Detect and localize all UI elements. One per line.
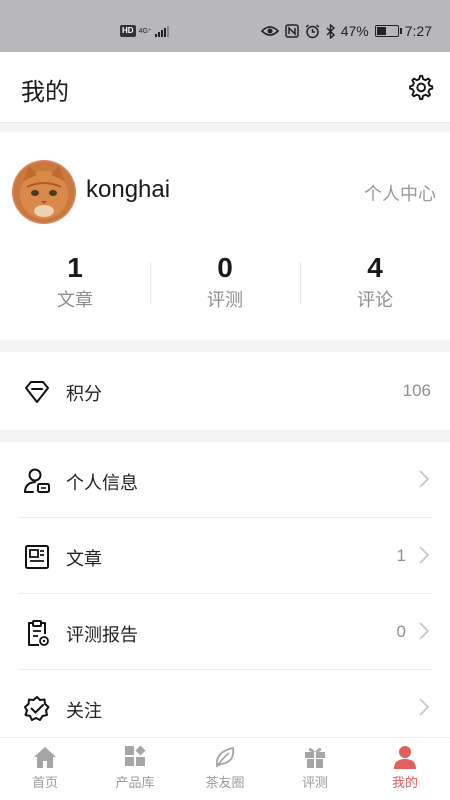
chevron-right-icon — [419, 470, 430, 488]
network-type: 4G⁺ — [138, 27, 152, 35]
leaf-icon — [215, 746, 235, 768]
stat-label: 评测 — [207, 290, 243, 311]
stat-label: 评论 — [357, 290, 393, 311]
stat-value: 0 — [217, 252, 233, 283]
menu-item-value: 0 — [396, 622, 406, 641]
nfc-icon — [284, 24, 299, 38]
points-value: 106 — [402, 381, 431, 400]
points-label: 积分 — [66, 384, 102, 405]
cat-avatar-image — [13, 161, 75, 223]
menu-item-following[interactable]: 关注 — [0, 670, 450, 746]
page-title: 我的 — [21, 78, 69, 106]
products-icon — [125, 745, 146, 766]
battery-percent: 47% — [340, 23, 369, 39]
menu-item-review-reports[interactable]: 评测报告 0 — [0, 594, 450, 670]
menu-item-label: 个人信息 — [66, 473, 138, 494]
stat-value: 4 — [367, 252, 383, 283]
home-icon — [34, 747, 56, 768]
network-indicators: HD 4G⁺ — [120, 25, 169, 37]
clipboard-report-icon — [28, 620, 49, 646]
chevron-right-icon — [419, 622, 430, 640]
clock: 7:27 — [404, 23, 432, 39]
bottom-tab-bar: 首页 产品库 茶友圈 评测 我的 — [0, 737, 450, 800]
battery-icon — [374, 25, 402, 37]
status-icons: 47% 7:27 — [260, 23, 432, 39]
eye-icon — [260, 26, 279, 36]
status-bar: HD 4G⁺ 47% 7:27 — [0, 0, 450, 52]
article-icon — [25, 545, 49, 569]
tab-label: 产品库 — [115, 776, 155, 791]
chevron-right-icon — [419, 698, 430, 716]
gift-icon — [305, 748, 325, 768]
menu-item-articles[interactable]: 文章 1 — [0, 518, 450, 594]
tab-home[interactable]: 首页 — [0, 738, 90, 800]
stat-reviews[interactable]: 0 评测 — [150, 252, 300, 312]
avatar[interactable] — [12, 160, 76, 224]
stat-label: 文章 — [57, 290, 93, 311]
menu-item-personal-info[interactable]: 个人信息 — [0, 442, 450, 518]
user-card-icon — [24, 468, 50, 493]
personal-center-link[interactable]: 个人中心 — [364, 180, 436, 206]
points-row[interactable]: 积分 106 — [0, 352, 450, 430]
menu-item-label: 文章 — [66, 549, 102, 570]
hd-badge: HD — [120, 25, 136, 37]
menu-list: 个人信息 文章 1 评测报告 0 关注 — [0, 442, 450, 738]
menu-item-value: 1 — [396, 546, 406, 565]
stats-row: 1 文章 0 评测 4 评论 — [0, 252, 450, 312]
tab-label: 我的 — [391, 776, 418, 791]
tab-tea-circle[interactable]: 茶友圈 — [180, 738, 270, 800]
chevron-right-icon — [419, 546, 430, 564]
header: 我的 — [0, 52, 450, 123]
person-icon — [394, 746, 416, 769]
tab-mine[interactable]: 我的 — [360, 738, 450, 800]
tab-label: 首页 — [31, 776, 58, 791]
profile-card: konghai 个人中心 1 文章 0 评测 4 评论 — [0, 132, 450, 340]
tab-products[interactable]: 产品库 — [90, 738, 180, 800]
tab-label: 评测 — [301, 776, 328, 791]
menu-item-label: 关注 — [66, 701, 102, 722]
stat-value: 1 — [67, 252, 83, 283]
tab-label: 茶友圈 — [205, 776, 245, 791]
bluetooth-icon — [326, 23, 335, 39]
diamond-icon — [25, 381, 49, 403]
menu-item-label: 评测报告 — [66, 625, 138, 646]
battery-fill — [376, 27, 386, 35]
badge-check-icon — [24, 696, 50, 721]
tab-reviews[interactable]: 评测 — [270, 738, 360, 800]
stat-articles[interactable]: 1 文章 — [0, 252, 150, 312]
settings-gear-icon[interactable] — [406, 73, 434, 101]
alarm-icon — [305, 23, 320, 38]
signal-icon — [154, 25, 169, 37]
username: konghai — [86, 176, 171, 203]
stat-comments[interactable]: 4 评论 — [300, 252, 450, 312]
